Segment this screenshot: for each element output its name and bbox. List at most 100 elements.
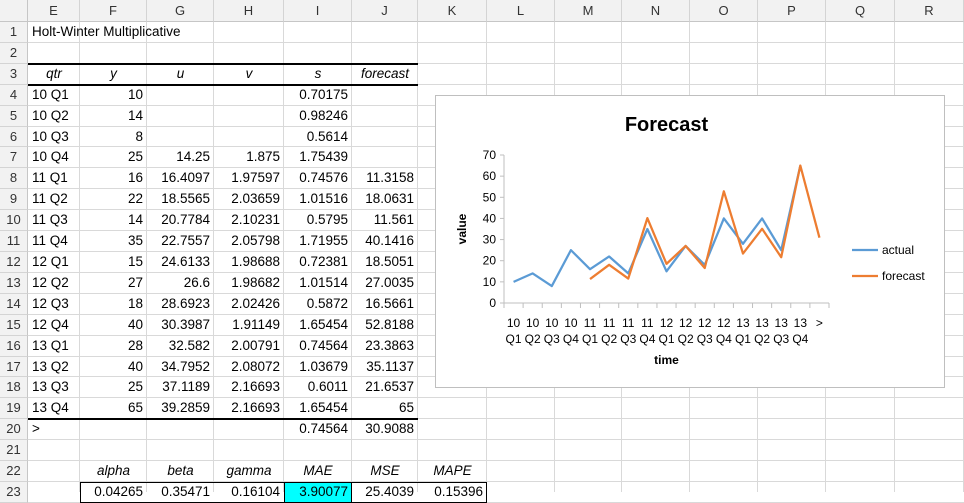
table-cell[interactable]: 37.1189 (147, 377, 214, 398)
table-cell[interactable] (352, 106, 418, 127)
table-cell[interactable]: 12 Q3 (28, 294, 80, 315)
table-cell[interactable]: 1.875 (214, 147, 284, 168)
sheet-title[interactable]: Holt-Winter Multiplicative (28, 22, 228, 43)
row-header-1[interactable]: 1 (0, 22, 28, 43)
table-cell[interactable]: 35.1137 (352, 357, 418, 378)
forecast-chart[interactable]: Forecast 0 10 20 30 40 50 60 70 10 Q1 10 Q2 10 Q3 10 Q4 1… (435, 95, 945, 388)
table-cell[interactable]: 2.16693 (214, 377, 284, 398)
table-cell[interactable] (147, 127, 214, 148)
table-cell[interactable]: 27.0035 (352, 273, 418, 294)
table-cell[interactable]: 10 Q3 (28, 127, 80, 148)
table-cell[interactable]: 2.02426 (214, 294, 284, 315)
table-cell[interactable] (352, 127, 418, 148)
table-cell[interactable]: 40.1416 (352, 231, 418, 252)
row-header-17[interactable]: 17 (0, 356, 28, 378)
row-header-9[interactable]: 9 (0, 189, 28, 211)
table-cell[interactable]: 1.03679 (284, 357, 352, 378)
table-cell[interactable]: 0.74564 (284, 419, 352, 440)
row-header-22[interactable]: 22 (0, 461, 28, 483)
table-cell[interactable] (214, 127, 284, 148)
table-cell[interactable]: 24.6133 (147, 252, 214, 273)
column-header-e[interactable]: E (28, 0, 80, 22)
table-header-y[interactable]: y (80, 64, 147, 85)
param-label-mae[interactable]: MAE (284, 461, 352, 482)
table-cell[interactable]: 2.10231 (214, 210, 284, 231)
column-header-h[interactable]: H (214, 0, 284, 22)
table-cell[interactable]: 10 Q4 (28, 147, 80, 168)
table-cell[interactable] (214, 106, 284, 127)
table-cell[interactable]: 1.71955 (284, 231, 352, 252)
table-cell[interactable]: 25 (80, 377, 147, 398)
table-cell[interactable]: 20.7784 (147, 210, 214, 231)
table-cell[interactable]: 16.4097 (147, 168, 214, 189)
table-cell[interactable]: 14 (80, 106, 147, 127)
table-cell[interactable]: 16.5661 (352, 294, 418, 315)
table-header-s[interactable]: s (284, 64, 352, 85)
param-label-beta[interactable]: beta (147, 461, 214, 482)
table-cell[interactable]: 22.7557 (147, 231, 214, 252)
table-cell[interactable]: 10 Q1 (28, 85, 80, 106)
table-cell[interactable]: 25 (80, 147, 147, 168)
table-cell[interactable]: 0.70175 (284, 85, 352, 106)
row-header-18[interactable]: 18 (0, 377, 28, 399)
table-cell[interactable]: 1.91149 (214, 315, 284, 336)
row-header-12[interactable]: 12 (0, 252, 28, 273)
table-cell[interactable]: 11 Q4 (28, 231, 80, 252)
table-cell[interactable]: 65 (352, 398, 418, 419)
column-header-o[interactable]: O (690, 0, 758, 22)
table-cell[interactable]: 26.6 (147, 273, 214, 294)
column-header-q[interactable]: Q (826, 0, 895, 22)
column-header-p[interactable]: P (758, 0, 826, 22)
table-cell[interactable]: 0.74564 (284, 336, 352, 357)
row-header-2[interactable]: 2 (0, 42, 28, 64)
row-header-21[interactable]: 21 (0, 440, 28, 462)
column-header-r[interactable]: R (895, 0, 964, 22)
table-cell[interactable]: 14 (80, 210, 147, 231)
table-cell[interactable]: 13 Q4 (28, 398, 80, 419)
table-cell[interactable]: 14.25 (147, 147, 214, 168)
table-cell[interactable]: 12 Q2 (28, 273, 80, 294)
table-cell[interactable]: 15 (80, 252, 147, 273)
row-header-8[interactable]: 8 (0, 168, 28, 190)
param-label-mape[interactable]: MAPE (418, 461, 487, 482)
table-cell[interactable]: 1.98682 (214, 273, 284, 294)
column-header-j[interactable]: J (352, 0, 418, 22)
table-cell[interactable]: 2.16693 (214, 398, 284, 419)
table-header-v[interactable]: v (214, 64, 284, 85)
table-cell[interactable]: 2.03659 (214, 189, 284, 210)
table-cell[interactable]: 0.5795 (284, 210, 352, 231)
row-header-6[interactable]: 6 (0, 126, 28, 148)
table-cell[interactable] (80, 419, 147, 440)
table-cell[interactable]: 11.3158 (352, 168, 418, 189)
table-cell[interactable]: 1.65454 (284, 315, 352, 336)
table-cell[interactable]: 11 Q1 (28, 168, 80, 189)
table-cell[interactable]: 13 Q3 (28, 377, 80, 398)
table-cell[interactable]: 22 (80, 189, 147, 210)
table-cell[interactable]: 0.98246 (284, 106, 352, 127)
table-cell[interactable]: 1.75439 (284, 147, 352, 168)
table-cell[interactable]: 0.5614 (284, 127, 352, 148)
column-header-i[interactable]: I (284, 0, 352, 22)
table-cell[interactable]: 18.5565 (147, 189, 214, 210)
table-cell[interactable]: 1.65454 (284, 398, 352, 419)
table-cell[interactable]: 2.05798 (214, 231, 284, 252)
row-header-14[interactable]: 14 (0, 293, 28, 315)
table-cell[interactable]: 13 Q1 (28, 336, 80, 357)
param-label-gamma[interactable]: gamma (214, 461, 284, 482)
table-cell[interactable]: 23.3863 (352, 336, 418, 357)
row-header-20[interactable]: 20 (0, 419, 28, 441)
param-label-mse[interactable]: MSE (352, 461, 418, 482)
row-header-4[interactable]: 4 (0, 84, 28, 106)
table-cell[interactable] (352, 85, 418, 106)
table-cell[interactable]: 1.01514 (284, 273, 352, 294)
row-header-15[interactable]: 15 (0, 314, 28, 336)
table-cell[interactable]: 35 (80, 231, 147, 252)
table-cell[interactable]: 40 (80, 315, 147, 336)
table-cell[interactable]: 39.2859 (147, 398, 214, 419)
table-cell[interactable]: 12 Q4 (28, 315, 80, 336)
table-cell[interactable]: 10 (80, 85, 147, 106)
row-header-3[interactable]: 3 (0, 63, 28, 85)
table-cell[interactable]: 0.74576 (284, 168, 352, 189)
table-cell[interactable]: 16 (80, 168, 147, 189)
table-cell[interactable]: 1.98688 (214, 252, 284, 273)
